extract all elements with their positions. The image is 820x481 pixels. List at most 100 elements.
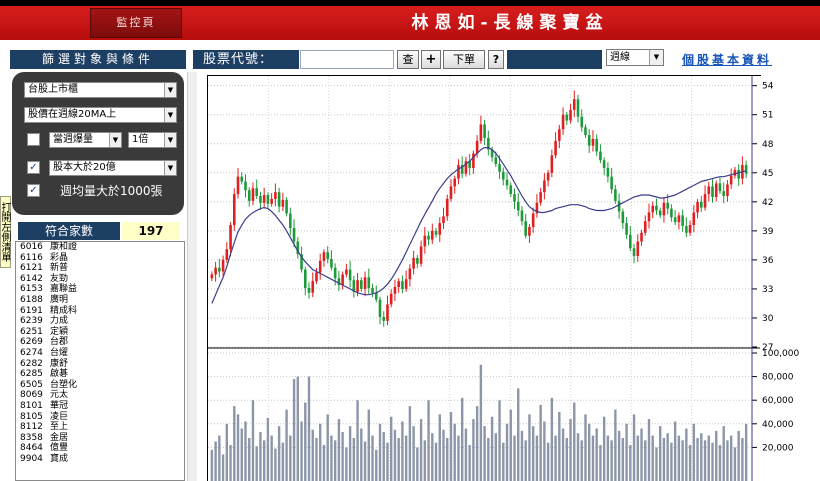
candle-body	[696, 201, 699, 213]
volume-bar	[225, 423, 229, 481]
volume-bar	[457, 435, 460, 481]
volume-bar	[304, 402, 307, 481]
candle-body	[285, 199, 288, 214]
candle-body	[617, 200, 621, 212]
candle-body	[389, 293, 393, 305]
candle-body	[681, 215, 684, 227]
candle-body	[318, 260, 322, 273]
volume-bar	[584, 414, 587, 481]
volume-bar	[666, 433, 669, 481]
candle-body	[430, 230, 434, 240]
volume-bar	[659, 426, 662, 481]
volume-bar	[315, 437, 318, 481]
volume-bar	[610, 440, 613, 481]
candle-body	[614, 189, 617, 201]
volume-bar	[715, 430, 718, 481]
candle-body	[737, 169, 740, 179]
volume-tick-label: 80,000	[762, 373, 794, 383]
candle-body	[330, 258, 333, 268]
volume-bar	[386, 442, 389, 481]
candle-body	[733, 169, 737, 176]
volume-bar	[591, 435, 595, 481]
volume-bar	[240, 428, 243, 481]
candle-body	[673, 217, 677, 223]
volume-bar	[733, 447, 737, 481]
candle-body	[726, 184, 729, 197]
volume-bar	[434, 442, 438, 481]
volume-bar	[259, 432, 262, 481]
volume-bar	[681, 440, 684, 481]
volume-bar	[378, 423, 382, 481]
candle-body	[247, 190, 251, 201]
candle-body	[434, 230, 438, 235]
candle-body	[229, 225, 232, 250]
volume-bar	[255, 446, 258, 481]
candle-body	[479, 124, 483, 141]
volume-bar	[262, 440, 266, 481]
candle-body	[363, 277, 367, 289]
candle-body	[345, 269, 348, 275]
candle-body	[266, 195, 270, 204]
volume-bar	[274, 448, 277, 481]
volume-bar	[700, 433, 703, 481]
volume-bar	[539, 404, 542, 481]
volume-bar	[625, 423, 628, 481]
volume-bar	[442, 429, 445, 481]
candle-body	[658, 210, 662, 216]
volume-bar	[214, 441, 217, 481]
volume-bar	[371, 435, 374, 481]
candle-body	[393, 286, 397, 294]
volume-bar	[311, 429, 314, 481]
candle-body	[651, 205, 655, 213]
volume-bar	[741, 437, 744, 481]
candle-body	[610, 176, 613, 190]
volume-bar	[266, 417, 270, 481]
candle-body	[262, 195, 266, 203]
candle-body	[292, 227, 296, 242]
candle-body	[449, 186, 453, 199]
candle-body	[688, 225, 692, 233]
volume-bar	[535, 435, 539, 481]
candle-body	[643, 221, 647, 233]
candle-body	[311, 281, 315, 293]
candle-body	[513, 194, 516, 202]
candle-body	[445, 198, 449, 217]
volume-bar	[729, 435, 733, 481]
price-tick-label: 48	[762, 140, 774, 150]
volume-bar	[580, 440, 583, 481]
volume-tick-label: 100,000	[762, 349, 799, 359]
candle-body	[322, 252, 326, 261]
candle-body	[591, 138, 595, 146]
volume-bar	[345, 447, 348, 481]
volume-bar	[375, 449, 378, 481]
candle-body	[367, 277, 371, 288]
candle-body	[640, 232, 643, 242]
volume-bar	[494, 433, 498, 481]
volume-bar	[655, 447, 658, 481]
candle-body	[670, 208, 673, 218]
volume-bar	[543, 421, 546, 481]
candle-body	[438, 223, 442, 235]
candle-body	[307, 287, 311, 293]
volume-bar	[498, 400, 501, 481]
volume-bar	[367, 409, 370, 481]
candle-body	[274, 192, 277, 199]
candle-body	[244, 181, 247, 191]
candle-body	[595, 138, 598, 152]
price-tick-label: 30	[762, 314, 774, 324]
candle-body	[718, 183, 722, 192]
candle-body	[505, 179, 509, 186]
volume-bar	[285, 409, 288, 481]
volume-bar	[662, 437, 666, 481]
volume-bar	[588, 423, 591, 481]
volume-bar	[431, 433, 434, 481]
volume-bar	[330, 435, 333, 481]
volume-bar	[322, 445, 326, 481]
volume-tick-label: 20,000	[762, 443, 794, 453]
volume-bar	[569, 419, 572, 481]
candle-body	[360, 280, 363, 289]
candle-body	[442, 216, 445, 224]
candle-body	[416, 257, 419, 264]
volume-bar	[502, 442, 505, 481]
candle-body	[543, 180, 546, 193]
